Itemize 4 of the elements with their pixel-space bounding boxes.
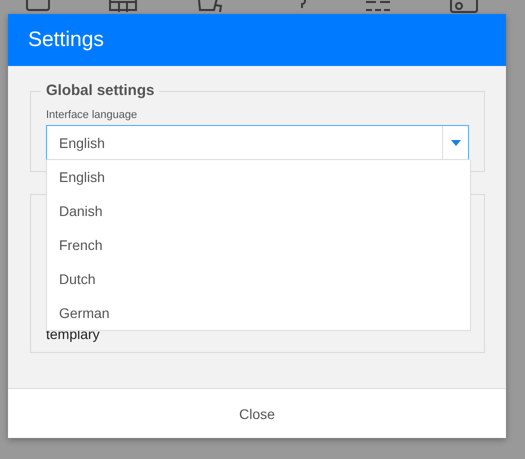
fieldset-legend: Global settings <box>41 82 160 99</box>
field-label: Interface language <box>46 109 138 121</box>
dialog-title: Settings <box>28 28 104 52</box>
setting-text: templary <box>46 326 101 342</box>
